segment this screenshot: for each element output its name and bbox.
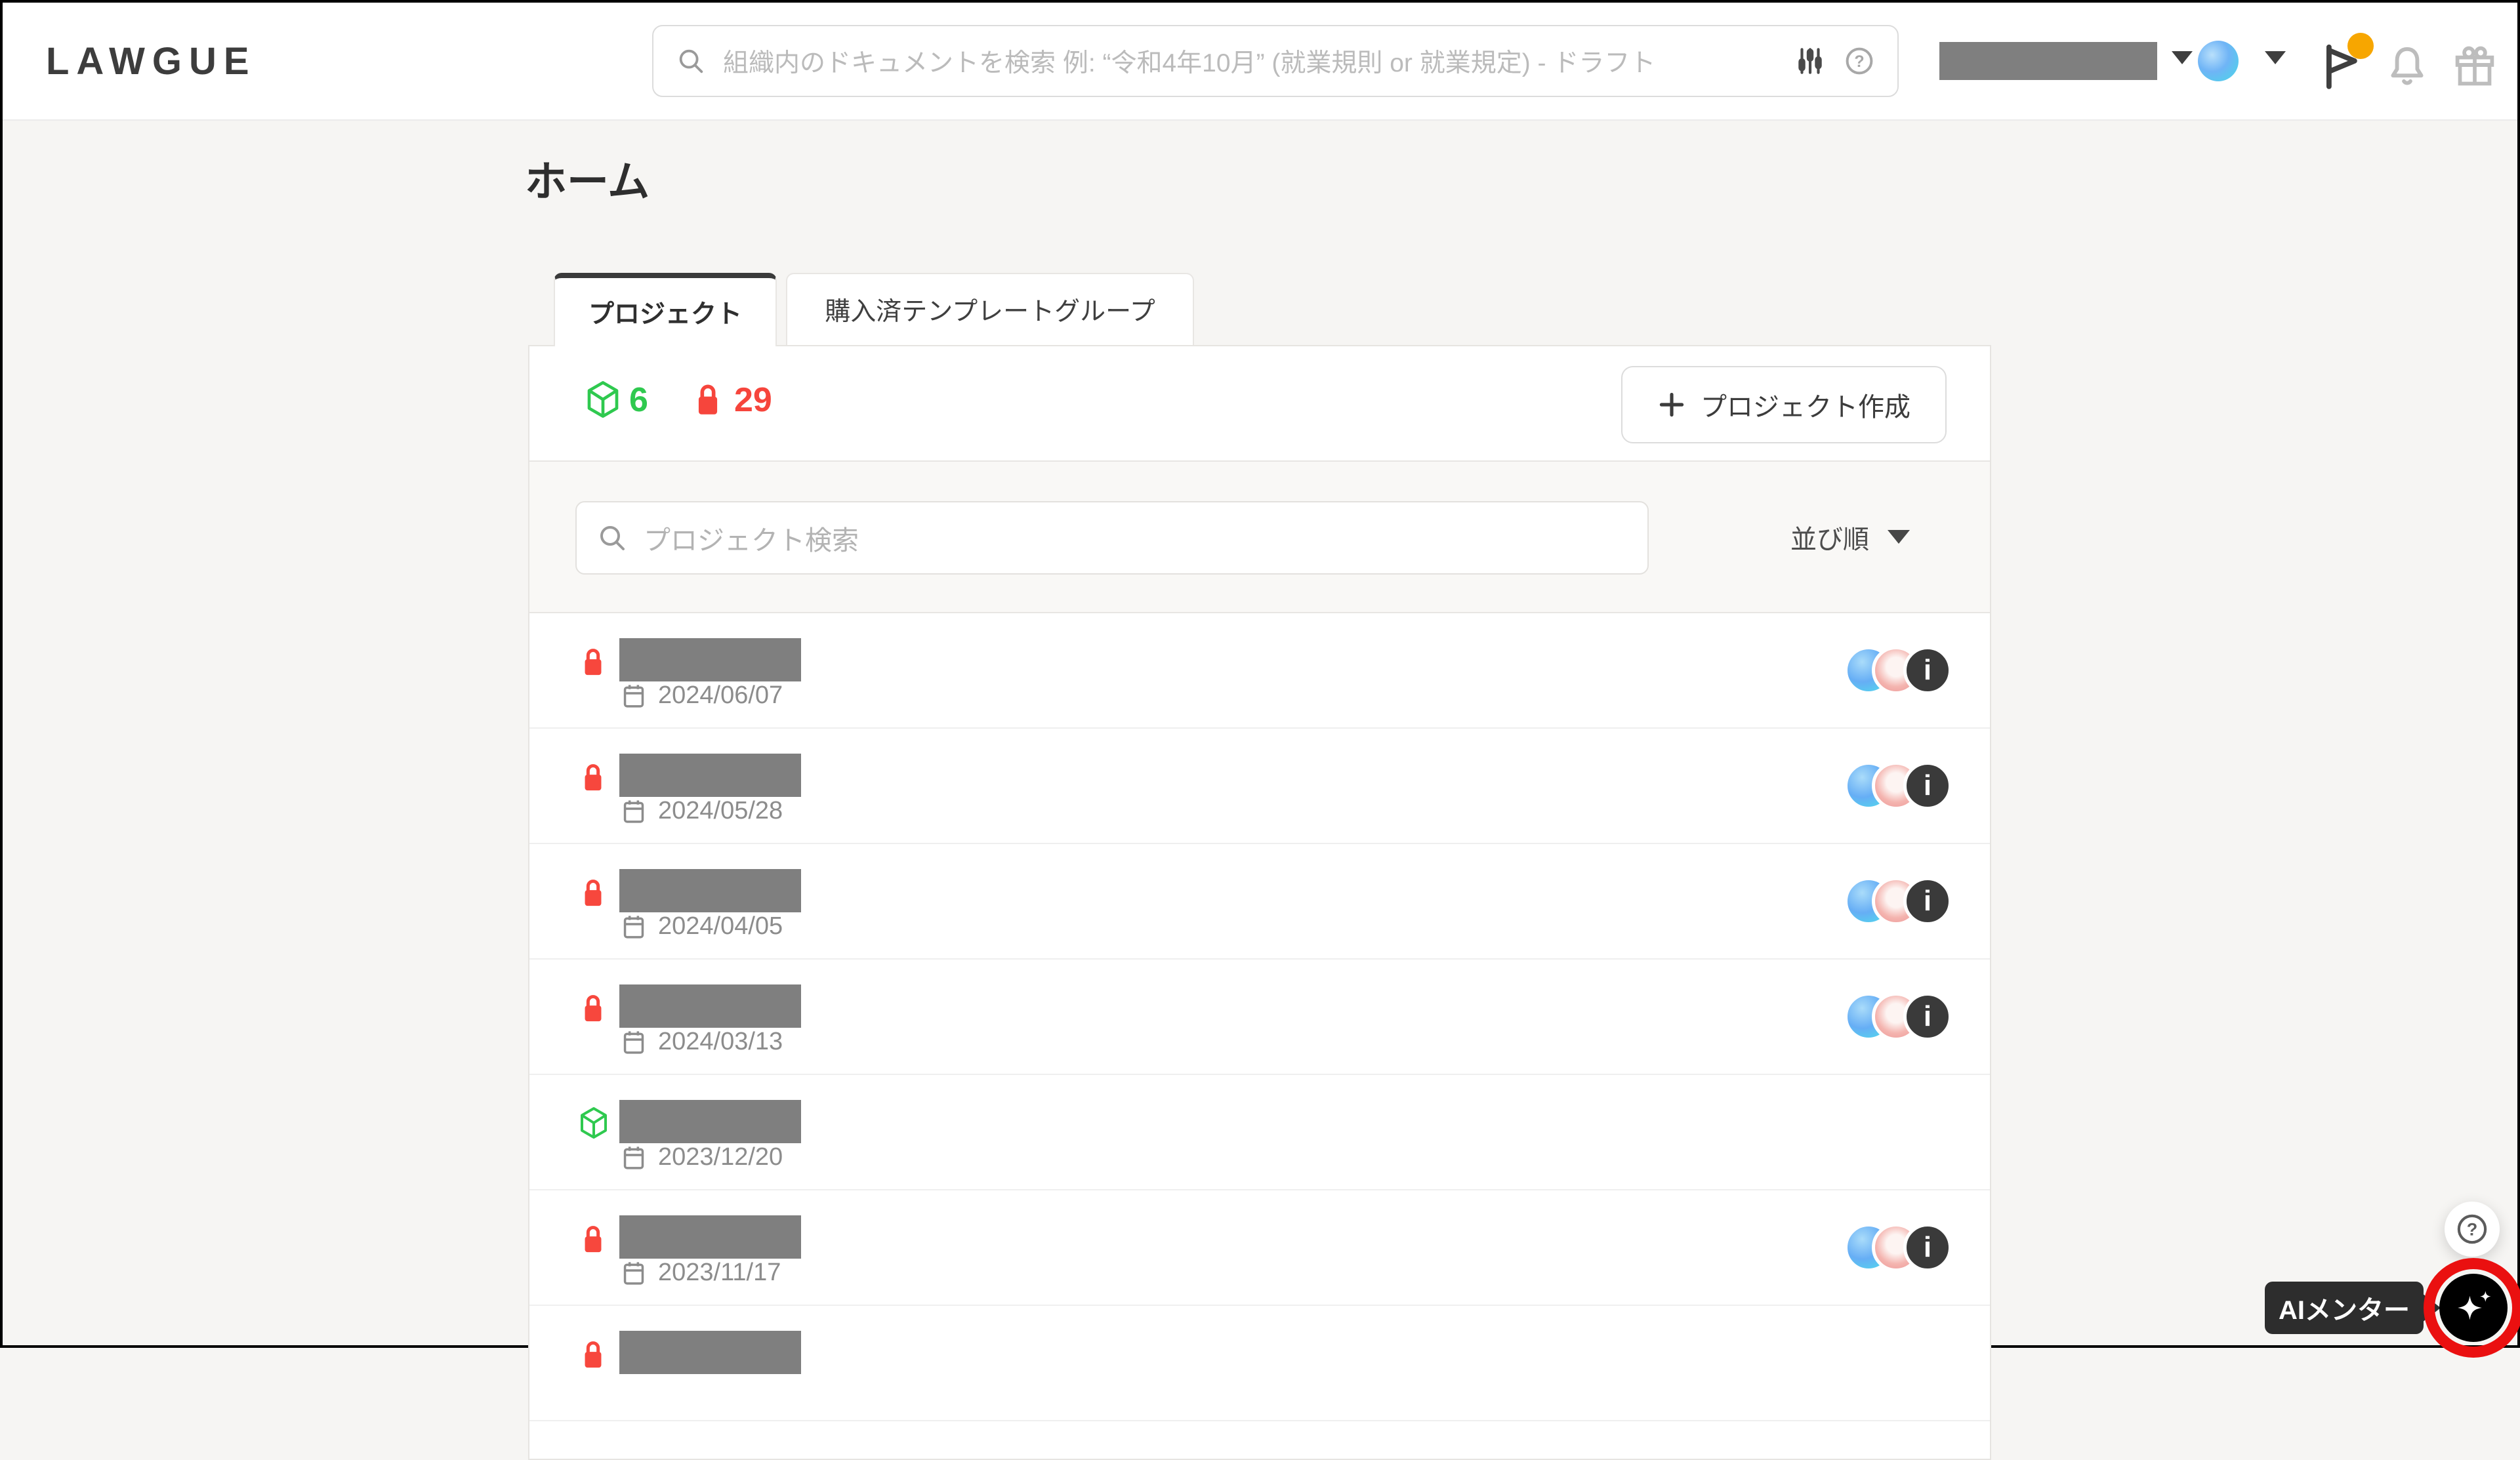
tab-purchased-template-groups[interactable]: 購入済テンプレートグループ	[786, 273, 1194, 345]
project-info-button[interactable]: i	[1903, 992, 1952, 1041]
project-title-redacted	[619, 1215, 801, 1259]
project-info-button[interactable]: i	[1903, 1223, 1952, 1272]
ai-mentor-tooltip: AIメンター	[2265, 1282, 2424, 1334]
app-header: LAWGUE 組織内のドキュメントを検索 例: “令和4年10月” (就業規則 …	[3, 3, 2517, 121]
lock-icon	[578, 759, 608, 796]
ai-mentor-button[interactable]	[2439, 1274, 2508, 1342]
project-date: 2024/05/28	[658, 797, 783, 825]
project-search-placeholder: プロジェクト検索	[644, 518, 859, 558]
calendar-icon	[621, 798, 646, 825]
project-row[interactable]: 2023/11/17 i	[529, 1190, 1990, 1306]
notifications-bell-icon[interactable]	[2383, 42, 2431, 91]
lock-icon	[578, 643, 608, 680]
project-row[interactable]: 2024/03/13 i	[529, 960, 1990, 1075]
project-date: 2023/11/17	[658, 1259, 781, 1287]
whats-new-button[interactable]	[2317, 41, 2370, 92]
project-row[interactable]: 2024/06/07 i	[529, 613, 1990, 729]
project-title-redacted	[619, 1331, 801, 1374]
gift-icon[interactable]	[2451, 43, 2498, 91]
project-row[interactable]: 2024/05/28 i	[529, 729, 1990, 844]
project-date-row: 2024/06/07	[621, 681, 783, 710]
project-date: 2024/03/13	[658, 1028, 783, 1056]
project-date-row: 2024/04/05	[621, 912, 783, 941]
help-fab-button[interactable]: ?	[2445, 1202, 2500, 1257]
lawgue-logo: LAWGUE	[46, 39, 257, 83]
project-title-redacted	[619, 984, 801, 1028]
project-date: 2023/12/20	[658, 1143, 783, 1171]
search-icon	[596, 522, 628, 554]
project-members: i	[1844, 1223, 1956, 1273]
open-project-count: 6	[629, 380, 648, 420]
lock-icon	[578, 1221, 608, 1257]
sort-order-label: 並び順	[1790, 518, 1869, 556]
project-date-row: 2023/12/20	[621, 1143, 783, 1171]
project-info-button[interactable]: i	[1903, 761, 1952, 810]
project-members: i	[1844, 877, 1956, 927]
global-search-input[interactable]: 組織内のドキュメントを検索 例: “令和4年10月” (就業規則 or 就業規定…	[652, 25, 1899, 97]
project-date: 2024/06/07	[658, 681, 783, 710]
user-avatar[interactable]	[2198, 41, 2239, 81]
calendar-icon	[621, 682, 646, 710]
project-members: i	[1844, 992, 1956, 1042]
sparkle-icon	[2452, 1286, 2495, 1329]
open-cube-icon	[585, 379, 621, 420]
project-info-button[interactable]: i	[1903, 877, 1952, 925]
account-dropdown-caret-icon[interactable]	[2172, 51, 2193, 64]
plus-icon	[1657, 390, 1686, 419]
project-row[interactable]: 2023/12/20	[529, 1075, 1990, 1190]
calendar-icon	[621, 1028, 646, 1056]
project-title-redacted	[619, 869, 801, 912]
project-row[interactable]: 2024/04/05 i	[529, 844, 1990, 960]
calendar-icon	[621, 1259, 646, 1287]
svg-text:?: ?	[1854, 52, 1864, 71]
sort-caret-icon	[1888, 530, 1910, 544]
whats-new-badge	[2347, 33, 2374, 59]
project-members: i	[1844, 761, 1956, 811]
global-search-placeholder: 組織内のドキュメントを検索 例: “令和4年10月” (就業規則 or 就業規定…	[723, 43, 1777, 79]
account-name-redacted[interactable]	[1939, 42, 2157, 80]
lawgue-home-page: { "header": { "logo": "LAWGUE", "search_…	[0, 0, 2520, 1348]
create-project-label: プロジェクト作成	[1701, 386, 1911, 424]
project-date-row: 2024/03/13	[621, 1028, 783, 1056]
project-members: i	[1844, 646, 1956, 696]
project-date-row: 2023/11/17	[621, 1259, 781, 1287]
tab-projects[interactable]: プロジェクト	[554, 273, 777, 346]
locked-lock-icon	[691, 379, 725, 420]
calendar-icon	[621, 1144, 646, 1171]
project-search-section: プロジェクト検索 並び順	[529, 460, 1990, 613]
project-date: 2024/04/05	[658, 912, 783, 941]
project-row[interactable]	[529, 1306, 1990, 1421]
project-search-input[interactable]: プロジェクト検索	[575, 501, 1649, 575]
home-tabs: プロジェクト 購入済テンプレートグループ	[554, 273, 1194, 346]
lock-icon	[578, 874, 608, 911]
locked-project-count: 29	[734, 380, 772, 420]
project-title-redacted	[619, 1100, 801, 1143]
project-title-redacted	[619, 754, 801, 797]
avatar-dropdown-caret-icon[interactable]	[2265, 51, 2286, 64]
project-info-button[interactable]: i	[1903, 646, 1952, 695]
calendar-icon	[621, 913, 646, 941]
sort-order-dropdown[interactable]: 並び順	[1790, 462, 1910, 612]
page-title: ホーム	[525, 148, 650, 209]
projects-card: 6 29 プロジェクト作成 プロジェクト検索	[528, 345, 1991, 1460]
project-title-redacted	[619, 638, 801, 681]
create-project-button[interactable]: プロジェクト作成	[1621, 366, 1947, 443]
project-stats-row: 6 29 プロジェクト作成	[529, 346, 1990, 460]
lock-icon	[578, 1336, 608, 1373]
project-date-row: 2024/05/28	[621, 797, 783, 825]
search-icon	[676, 46, 706, 76]
project-list: 2024/06/07 i	[529, 613, 1990, 1421]
search-filter-icon[interactable]	[1794, 45, 1827, 77]
search-help-icon[interactable]: ?	[1844, 45, 1875, 77]
svg-text:?: ?	[2467, 1219, 2478, 1239]
cube-icon	[578, 1105, 609, 1141]
lock-icon	[578, 990, 608, 1026]
